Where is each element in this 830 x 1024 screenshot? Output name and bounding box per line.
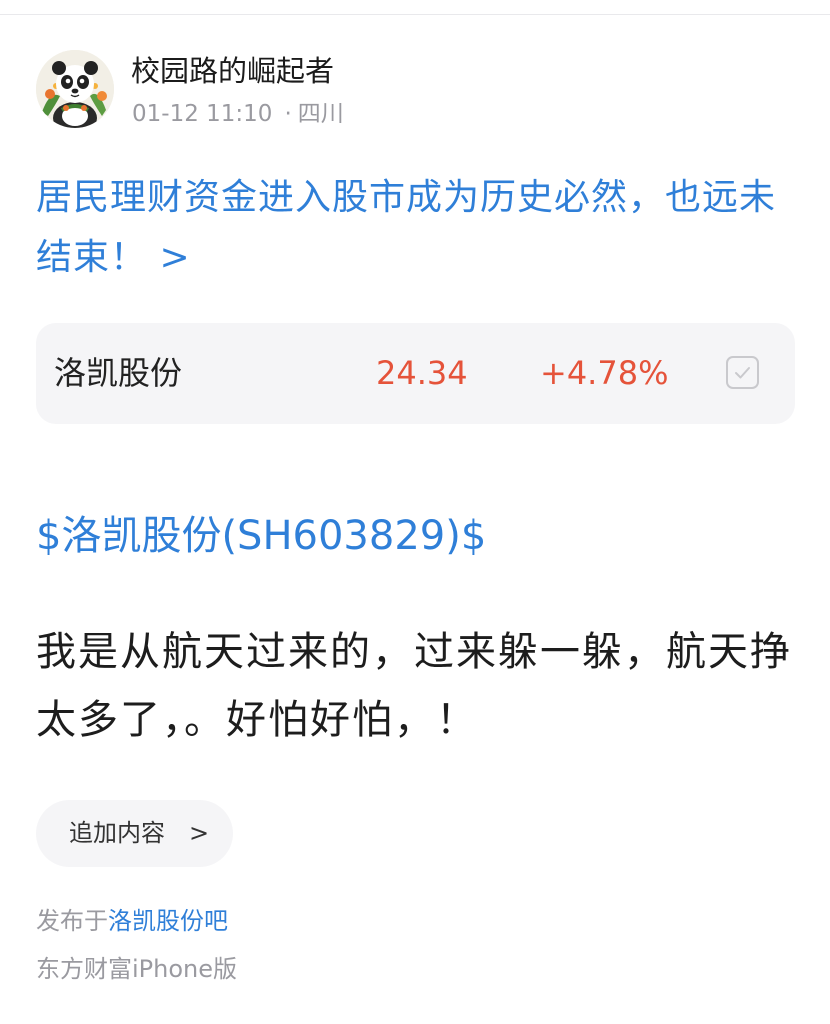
- top-divider: [0, 14, 830, 15]
- post-date: 01-12 11:10: [132, 101, 273, 127]
- published-in: 发布于洛凯股份吧: [36, 905, 228, 937]
- stock-tag-link[interactable]: $洛凯股份(SH603829)$: [36, 508, 486, 564]
- panda-avatar-icon[interactable]: [36, 50, 114, 128]
- checkbox-icon[interactable]: [726, 356, 759, 389]
- forum-link[interactable]: 洛凯股份吧: [108, 907, 228, 935]
- client-info: 东方财富iPhone版: [36, 955, 238, 983]
- stock-name: 洛凯股份: [54, 354, 183, 392]
- stock-change: +4.78%: [540, 354, 669, 392]
- stock-price: 24.34: [376, 354, 468, 392]
- post-location: 四川: [297, 101, 344, 127]
- stock-quote-card[interactable]: 洛凯股份 24.34 +4.78%: [36, 323, 795, 424]
- meta-separator: ·: [284, 101, 292, 127]
- post-headline-link[interactable]: 居民理财资金进入股市成为历史必然，也远未结束！ >: [36, 168, 796, 288]
- author-name[interactable]: 校园路的崛起者: [131, 54, 334, 88]
- published-in-prefix: 发布于: [36, 907, 108, 935]
- post-meta: 01-12 11:10 · 四川: [132, 100, 344, 128]
- add-content-label: 追加内容: [69, 819, 165, 847]
- post-header: 校园路的崛起者 01-12 11:10 · 四川: [36, 50, 796, 130]
- chevron-right-icon: >: [189, 819, 210, 847]
- post-body: 我是从航天过来的，过来躲一躲，航天挣太多了，。好怕好怕，！: [36, 629, 792, 743]
- add-content-button[interactable]: 追加内容 >: [36, 800, 233, 867]
